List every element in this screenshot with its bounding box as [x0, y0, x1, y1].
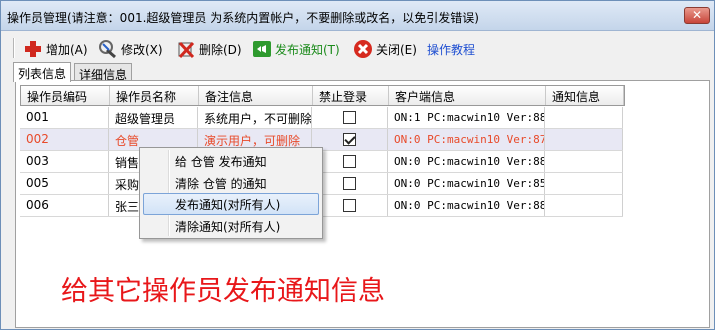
delete-label: 删除(D) [199, 42, 242, 57]
title-bar: 操作员管理(请注意：001.超级管理员 为系统内置帐户，不要删除或改名，以免引发… [1, 1, 714, 31]
column-header-client[interactable]: 客户端信息 [389, 86, 546, 105]
operator-management-window: 操作员管理(请注意：001.超级管理员 为系统内置帐户，不要删除或改名，以免引发… [0, 0, 715, 330]
add-icon [23, 39, 43, 59]
close-button[interactable]: 关闭(E) [353, 37, 417, 61]
column-header-notice[interactable]: 通知信息 [546, 86, 624, 105]
close-circle-icon [353, 39, 373, 59]
cell-client: ON:0 PC:macwin10 Ver:859 [388, 173, 545, 194]
cell-notice [545, 107, 623, 128]
menu-item-clear-all[interactable]: 清除通知(对所有人) [143, 215, 319, 237]
window-close-button[interactable]: ✕ [684, 7, 710, 24]
edit-button[interactable]: 修改(X) [98, 37, 163, 61]
cell-client: ON:0 PC:macwin10 Ver:880 [388, 195, 545, 216]
close-label: 关闭(E) [376, 42, 417, 57]
add-label: 增加(A) [46, 42, 88, 57]
edit-label: 修改(X) [121, 42, 163, 57]
column-header-name[interactable]: 操作员名称 [110, 86, 199, 105]
grid-header: 操作员编码 操作员名称 备注信息 禁止登录 客户端信息 通知信息 [20, 85, 625, 106]
cell-notice [545, 173, 623, 194]
ban-checkbox[interactable] [343, 199, 356, 212]
column-header-code[interactable]: 操作员编码 [21, 86, 110, 105]
cell-code: 003 [20, 151, 109, 172]
tutorial-link[interactable]: 操作教程 [427, 37, 475, 61]
menu-item-clear-selected[interactable]: 清除 仓管 的通知 [143, 172, 319, 194]
delete-button[interactable]: 删除(D) [176, 37, 242, 61]
edit-pencil-icon [98, 39, 118, 59]
ban-checkbox-checked[interactable] [343, 133, 356, 146]
cell-banned [312, 129, 388, 150]
window-title: 操作员管理(请注意：001.超级管理员 为系统内置帐户，不要删除或改名，以免引发… [7, 11, 479, 25]
cell-banned [312, 107, 388, 128]
cell-client: ON:1 PC:macwin10 Ver:882 [388, 107, 545, 128]
cell-notice [545, 151, 623, 172]
annotation-caption: 给其它操作员发布通知信息 [61, 276, 385, 307]
ban-checkbox[interactable] [343, 111, 356, 124]
publish-notice-label: 发布通知(T) [275, 42, 340, 57]
publish-notice-button[interactable]: 发布通知(T) [252, 37, 340, 61]
cell-name: 超级管理员 [109, 107, 198, 128]
cell-code: 006 [20, 195, 109, 216]
ban-checkbox[interactable] [343, 177, 356, 190]
cell-client: ON:0 PC:macwin10 Ver:880 [388, 151, 545, 172]
column-header-note[interactable]: 备注信息 [199, 86, 313, 105]
add-button[interactable]: 增加(A) [23, 37, 88, 61]
column-header-banned[interactable]: 禁止登录 [313, 86, 389, 105]
cell-banned [312, 173, 388, 194]
ban-checkbox[interactable] [343, 155, 356, 168]
cell-code: 005 [20, 173, 109, 194]
cell-notice [545, 129, 623, 150]
cell-client: ON:0 PC:macwin10 Ver:879 [388, 129, 545, 150]
context-menu: 给 仓管 发布通知 清除 仓管 的通知 发布通知(对所有人) 清除通知(对所有人… [139, 147, 323, 239]
toolbar-grip [13, 38, 15, 58]
notice-icon [252, 39, 272, 59]
delete-icon [176, 39, 196, 59]
menu-item-notify-all[interactable]: 发布通知(对所有人) [143, 193, 319, 215]
tab-list-info[interactable]: 列表信息 [13, 62, 72, 82]
table-row[interactable]: 001 超级管理员 系统用户，不可删除 ON:1 PC:macwin10 Ver… [20, 107, 623, 129]
menu-item-notify-selected[interactable]: 给 仓管 发布通知 [143, 150, 319, 172]
cell-code: 001 [20, 107, 109, 128]
cell-notice [545, 195, 623, 216]
toolbar: 增加(A) 修改(X) 删除(D) 发布通知(T) 关闭(E) 操作教程 [1, 35, 714, 63]
cell-code: 002 [20, 129, 109, 150]
cell-banned [312, 151, 388, 172]
cell-banned [312, 195, 388, 216]
cell-note: 系统用户，不可删除 [198, 107, 312, 128]
